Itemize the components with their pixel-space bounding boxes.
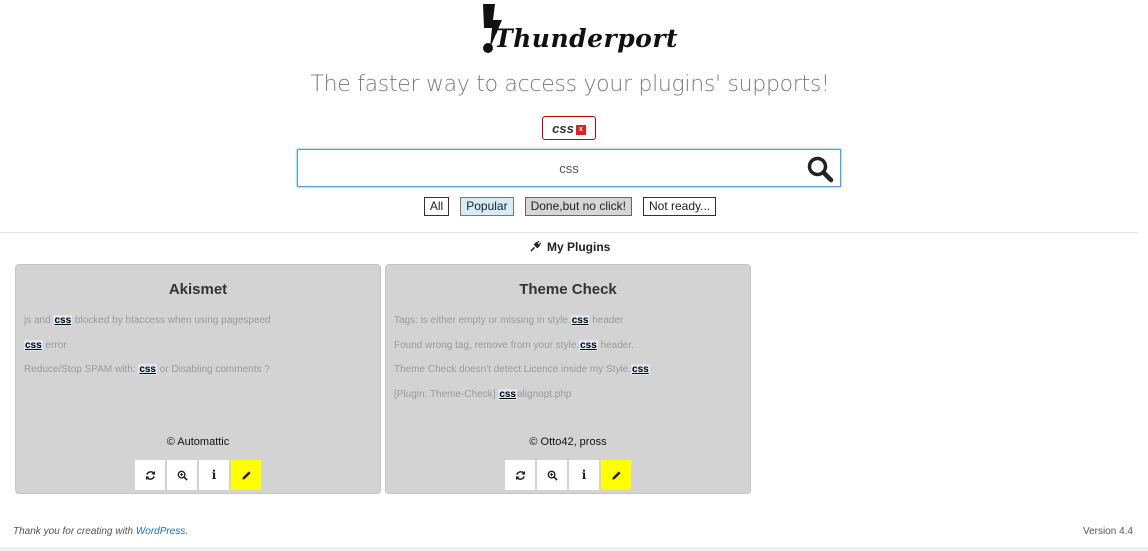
bottom-border bbox=[0, 547, 1148, 551]
info-button[interactable]: i bbox=[569, 460, 599, 490]
tagline: The faster way to access your plugins' s… bbox=[310, 72, 830, 97]
refresh-icon bbox=[515, 470, 525, 480]
filter-popular[interactable]: Popular bbox=[460, 197, 514, 216]
active-tag-chip[interactable]: css x bbox=[542, 116, 596, 140]
search-icon[interactable] bbox=[806, 155, 834, 183]
plugin-author: © Automattic bbox=[166, 436, 230, 448]
pencil-icon bbox=[241, 470, 251, 480]
topic-link[interactable]: css error bbox=[24, 339, 372, 364]
topic-link[interactable]: Reduce/Stop SPAM with: css or Disabling … bbox=[24, 363, 372, 388]
footer-thanks: Thank you for creating with WordPress. bbox=[13, 526, 189, 537]
pencil-icon bbox=[611, 470, 621, 480]
info-button[interactable]: i bbox=[199, 460, 229, 490]
topic-list: js and css blocked by htaccess when usin… bbox=[24, 314, 372, 388]
search-bar bbox=[297, 149, 841, 187]
divider bbox=[0, 232, 1138, 233]
card-actions: i bbox=[386, 460, 750, 490]
search-highlight: css bbox=[53, 315, 73, 326]
zoom-in-icon bbox=[177, 470, 188, 481]
refresh-button[interactable] bbox=[135, 460, 165, 490]
card-actions: i bbox=[16, 460, 380, 490]
plug-icon bbox=[530, 240, 542, 255]
refresh-button[interactable] bbox=[505, 460, 535, 490]
remove-tag-icon[interactable]: x bbox=[575, 124, 586, 135]
edit-button[interactable] bbox=[601, 460, 631, 490]
search-highlight: css bbox=[579, 339, 598, 351]
search-highlight: css bbox=[570, 315, 590, 326]
topic-link[interactable]: Theme Check doesn't detect Licence insid… bbox=[394, 363, 742, 388]
logo-text: Thunderport bbox=[494, 24, 679, 53]
search-highlight: css bbox=[631, 364, 650, 375]
filter-all[interactable]: All bbox=[423, 197, 450, 216]
filter-done-no-click[interactable]: Done,but no click! bbox=[524, 197, 632, 216]
section-title-label: My Plugins bbox=[547, 240, 611, 254]
search-input[interactable] bbox=[298, 150, 840, 186]
section-title: My Plugins bbox=[0, 240, 1140, 255]
edit-button[interactable] bbox=[231, 460, 261, 490]
info-icon: i bbox=[211, 468, 217, 482]
zoom-in-icon bbox=[547, 470, 558, 481]
search-highlight: css bbox=[498, 388, 517, 400]
wordpress-link[interactable]: WordPress bbox=[136, 526, 185, 537]
topic-link[interactable]: [Plugin: Theme-Check] cssalignopt.php bbox=[394, 388, 742, 413]
plugin-card-akismet: Akismet js and css blocked by htaccess w… bbox=[15, 264, 381, 494]
plugin-title: Akismet bbox=[168, 281, 228, 298]
active-tag-label: css bbox=[552, 120, 574, 136]
topic-list: Tags: is either empty or missing in styl… bbox=[394, 314, 742, 412]
thunderport-logo[interactable]: Thunderport bbox=[478, 2, 678, 58]
topic-link[interactable]: js and css blocked by htaccess when usin… bbox=[24, 314, 372, 339]
topic-link[interactable]: Found wrong tag, remove from your style.… bbox=[394, 339, 742, 364]
plugin-title: Theme Check bbox=[519, 281, 617, 298]
info-icon: i bbox=[581, 468, 587, 482]
footer-version: Version 4.4 bbox=[1082, 526, 1133, 537]
plugin-card-theme-check: Theme Check Tags: is either empty or mis… bbox=[385, 264, 751, 494]
zoom-button[interactable] bbox=[167, 460, 197, 490]
filter-bar: All Popular Done,but no click! Not ready… bbox=[0, 197, 1140, 216]
topic-link[interactable]: Tags: is either empty or missing in styl… bbox=[394, 314, 742, 339]
filter-not-ready[interactable]: Not ready... bbox=[642, 197, 717, 216]
zoom-button[interactable] bbox=[537, 460, 567, 490]
plugin-author: © Otto42, pross bbox=[529, 436, 607, 448]
search-highlight: css bbox=[24, 339, 43, 351]
search-highlight: css bbox=[138, 364, 157, 375]
refresh-icon bbox=[145, 470, 155, 480]
